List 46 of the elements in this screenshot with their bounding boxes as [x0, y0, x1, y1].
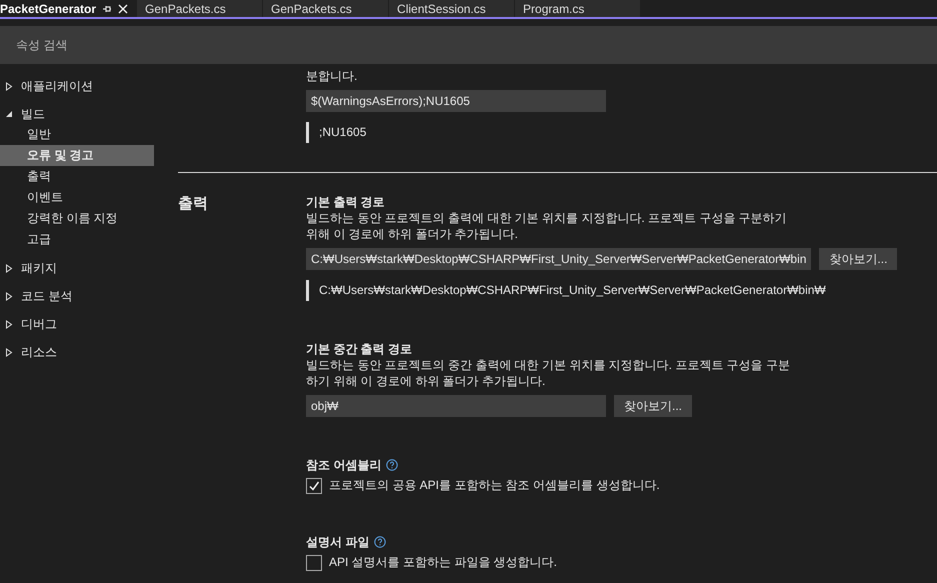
checkbox-label: API 설명서를 포함하는 파일을 생성합니다.: [329, 554, 558, 571]
collapsed-icon: [5, 82, 13, 90]
checkbox[interactable]: [306, 554, 322, 570]
collapsed-icon: [5, 348, 13, 356]
document-tab[interactable]: Program.cs: [515, 0, 640, 17]
collapsed-icon: [5, 320, 13, 328]
text-field[interactable]: $(WarningsAsErrors);NU1605: [306, 90, 606, 112]
expanded-icon: [5, 110, 13, 118]
preview-text: ;NU1605: [306, 122, 937, 143]
tree-item[interactable]: 리소스: [0, 342, 154, 362]
tree-item[interactable]: 출력: [0, 166, 154, 187]
close-icon[interactable]: [118, 4, 128, 14]
document-tab[interactable]: GenPackets.cs: [263, 0, 388, 17]
tree-item[interactable]: 고급: [0, 229, 154, 250]
preview-text: C:₩Users₩stark₩Desktop₩CSHARP₩First_Unity_Server₩Server₩PacketGenerator₩bin₩: [306, 280, 898, 301]
section-title: 출력: [178, 194, 209, 214]
help-icon[interactable]: [386, 459, 398, 471]
tree-item[interactable]: 애플리케이션: [0, 76, 154, 96]
property-title: 기본 출력 경로: [306, 194, 386, 210]
description-text: 분합니다.: [306, 68, 358, 84]
search-field[interactable]: 속성 검색: [0, 26, 937, 64]
tree-item[interactable]: 패키지: [0, 258, 154, 278]
document-tab[interactable]: ClientSession.cs: [389, 0, 514, 17]
description-text: 빌드하는 동안 프로젝트의 출력에 대한 기본 위치를 지정합니다. 프로젝트 구성을 구분하기 위해 이 경로에 하위 폴더가 추가됩니다.: [306, 210, 788, 242]
path-field[interactable]: obj₩: [306, 395, 606, 417]
checkbox[interactable]: [306, 478, 322, 494]
tree-item[interactable]: 디버그: [0, 314, 154, 334]
tree-item[interactable]: 오류 및 경고: [0, 145, 154, 166]
property-title: 참조 어셈블리: [306, 457, 382, 473]
property-title: 설명서 파일: [306, 534, 370, 550]
tree-item[interactable]: 일반: [0, 124, 154, 145]
browse-button[interactable]: 찾아보기...: [614, 395, 692, 417]
description-text: 빌드하는 동안 프로젝트의 중간 출력에 대한 기본 위치를 지정합니다. 프로젝트 구성을 구분하기 위해 이 경로에 하위 폴더가 추가됩니다.: [306, 357, 792, 389]
tree-item[interactable]: 빌드: [0, 104, 154, 124]
collapsed-icon: [5, 264, 13, 272]
checkbox-label: 프로젝트의 공용 API를 포함하는 참조 어셈블리를 생성합니다.: [329, 477, 660, 494]
help-icon[interactable]: [374, 536, 386, 548]
path-field[interactable]: C:₩Users₩stark₩Desktop₩CSHARP₩First_Unity_Server₩Server₩PacketGenerator₩bin: [306, 248, 812, 270]
tree-item[interactable]: 이벤트: [0, 187, 154, 208]
property-title: 기본 중간 출력 경로: [306, 341, 414, 357]
pin-icon[interactable]: [102, 4, 112, 14]
browse-button[interactable]: 찾아보기...: [819, 248, 898, 270]
tree-item[interactable]: 코드 분석: [0, 286, 154, 306]
document-tab[interactable]: GenPackets.cs: [137, 0, 262, 17]
tree-item[interactable]: 강력한 이름 지정: [0, 208, 154, 229]
collapsed-icon: [5, 292, 13, 300]
